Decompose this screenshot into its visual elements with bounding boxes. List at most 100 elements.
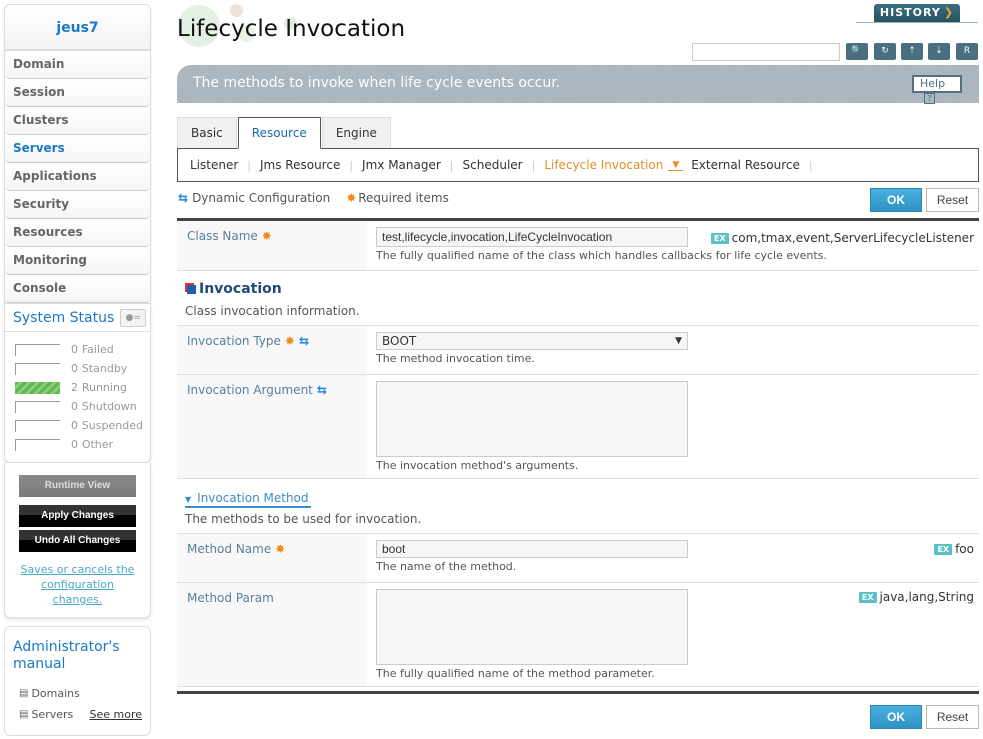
search-input[interactable] <box>692 43 840 61</box>
page-description: The methods to invoke when life cycle ev… <box>193 75 561 91</box>
manual-link-servers[interactable]: ▤ Servers See more <box>13 704 142 725</box>
method-name-hint: The name of the method. <box>376 560 517 573</box>
invocation-type-select[interactable]: BOOT ▼ <box>376 332 688 350</box>
admin-manual-title: Administrator's manual <box>13 639 120 672</box>
status-label: Running <box>81 381 127 394</box>
reset-button-bottom[interactable]: Reset <box>926 705 979 729</box>
invocation-type-label: Invocation Type <box>187 334 281 348</box>
method-form: Method Name ✸ The name of the method. EX… <box>177 533 979 687</box>
ok-button-bottom[interactable]: OK <box>870 705 922 729</box>
status-count: 2 <box>71 381 78 394</box>
invocation-argument-hint: The invocation method's arguments. <box>376 459 579 472</box>
divider: | <box>808 158 813 172</box>
help-label: Help <box>920 77 946 90</box>
method-param-textarea[interactable] <box>376 589 688 665</box>
xml-export-icon[interactable]: ⇡ <box>901 43 923 60</box>
status-bar <box>15 362 60 375</box>
sidebar-item-applications[interactable]: Applications <box>5 163 150 191</box>
history-divider <box>856 22 978 23</box>
method-name-row: Method Name ✸ The name of the method. EX… <box>177 534 979 583</box>
description-banner: The methods to invoke when life cycle ev… <box>177 65 979 104</box>
legend-required: Required items <box>358 191 449 205</box>
example-text: foo <box>955 542 974 556</box>
sidebar-item-session[interactable]: Session <box>5 79 150 107</box>
status-row-other: 0 Other <box>5 435 150 454</box>
subtab-lifecycle-invocation[interactable]: Lifecycle Invocation <box>544 158 663 172</box>
tab-engine[interactable]: Engine <box>321 117 391 148</box>
sidebar-item-monitoring[interactable]: Monitoring <box>5 247 150 275</box>
refresh-icon[interactable]: ↻ <box>874 43 896 60</box>
required-icon: ✸ <box>346 191 357 205</box>
invocation-argument-textarea[interactable] <box>376 381 688 457</box>
class-name-input[interactable] <box>376 227 688 247</box>
status-bar <box>15 438 60 451</box>
sidebar-item-security[interactable]: Security <box>5 191 150 219</box>
history-button[interactable]: HISTORY ❯ <box>874 4 960 22</box>
subtab-external-resource[interactable]: External Resource <box>691 158 800 172</box>
subtab-listener[interactable]: Listener <box>190 158 238 172</box>
status-row-failed: 0 Failed <box>5 340 150 359</box>
see-more-link[interactable]: See more <box>89 704 142 725</box>
domain-name[interactable]: jeus7 <box>5 5 150 51</box>
class-name-hint: The fully qualified name of the class wh… <box>376 249 827 262</box>
field-label: Class Name ✸ <box>177 221 367 270</box>
divider: | <box>449 158 454 172</box>
undo-all-changes-button[interactable]: Undo All Changes <box>19 530 136 552</box>
system-status-header: System Status ●= <box>5 304 150 332</box>
apply-changes-button[interactable]: Apply Changes <box>19 505 136 527</box>
caret-down-icon[interactable]: ▼ <box>668 160 684 171</box>
tab-resource[interactable]: Resource <box>237 117 321 149</box>
sidebar-item-resources[interactable]: Resources <box>5 219 150 247</box>
ok-button-top[interactable]: OK <box>870 188 922 212</box>
subtab-jmx-manager[interactable]: Jmx Manager <box>362 158 441 172</box>
method-param-label: Method Param <box>187 591 274 605</box>
search-icon[interactable]: 🔍 <box>846 43 868 60</box>
reset-button-top[interactable]: Reset <box>926 188 979 212</box>
admin-manual-panel: Administrator's manual ▤ Domains ▤ Serve… <box>4 626 151 736</box>
invocation-argument-row: Invocation Argument ⇆ The invocation met… <box>177 375 979 479</box>
sub-tabs: Listener | Jms Resource | Jmx Manager | Sch… <box>177 148 979 182</box>
status-label: Other <box>81 438 114 451</box>
status-count: 0 <box>71 400 78 413</box>
sidebar-item-domain[interactable]: Domain <box>5 51 150 79</box>
invocation-method-title: Invocation Method <box>197 491 309 505</box>
manual-link-label[interactable]: Servers <box>31 704 73 725</box>
sidebar: jeus7 Domain Session Clusters Servers Ap… <box>4 4 151 736</box>
save-note-link[interactable]: Saves or cancels the configuration chang… <box>19 562 136 607</box>
method-name-input[interactable] <box>376 540 688 558</box>
chevron-down-icon: ❯ <box>943 6 955 19</box>
sidebar-item-clusters[interactable]: Clusters <box>5 107 150 135</box>
sidebar-item-console[interactable]: Console <box>5 275 150 303</box>
invocation-method-toggle[interactable]: ▼ Invocation Method <box>185 491 311 508</box>
tab-basic[interactable]: Basic <box>177 117 237 148</box>
status-toggle-icon[interactable]: ●= <box>120 308 147 327</box>
method-param-example: EX java,lang,String <box>858 590 974 604</box>
system-status-title: System Status <box>13 309 115 326</box>
book-icon: ▤ <box>19 688 29 699</box>
runtime-view-button[interactable]: Runtime View <box>19 475 136 497</box>
status-bar <box>15 400 60 413</box>
legend: ⇆ Dynamic Configuration ✸ Required items <box>178 191 449 205</box>
status-bar <box>15 381 60 394</box>
status-label: Standby <box>81 362 128 375</box>
history-label: HISTORY <box>879 6 941 19</box>
dynamic-config-icon: ⇆ <box>316 383 327 397</box>
help-button[interactable]: Help? <box>912 75 962 104</box>
report-icon[interactable]: R <box>956 43 978 60</box>
manual-link-label[interactable]: Domains <box>31 683 79 704</box>
subtab-jms-resource[interactable]: Jms Resource <box>260 158 340 172</box>
field-value: The invocation method's arguments. <box>367 375 979 478</box>
class-name-example: EX com,tmax,event,ServerLifecycleListene… <box>710 231 974 245</box>
status-row-suspended: 0 Suspended <box>5 416 150 435</box>
example-icon: EX <box>934 543 953 555</box>
xml-import-icon[interactable]: ⇣ <box>928 43 950 60</box>
example-text: com,tmax,event,ServerLifecycleListener <box>731 231 974 245</box>
subtab-scheduler[interactable]: Scheduler <box>463 158 523 172</box>
status-label: Shutdown <box>81 400 137 413</box>
status-bar <box>15 419 60 432</box>
question-icon: ? <box>924 93 935 104</box>
required-icon: ✸ <box>261 229 272 243</box>
manual-link-domains[interactable]: ▤ Domains <box>13 683 142 704</box>
nav-box: jeus7 Domain Session Clusters Servers Ap… <box>4 4 151 304</box>
sidebar-item-servers[interactable]: Servers <box>5 135 150 163</box>
